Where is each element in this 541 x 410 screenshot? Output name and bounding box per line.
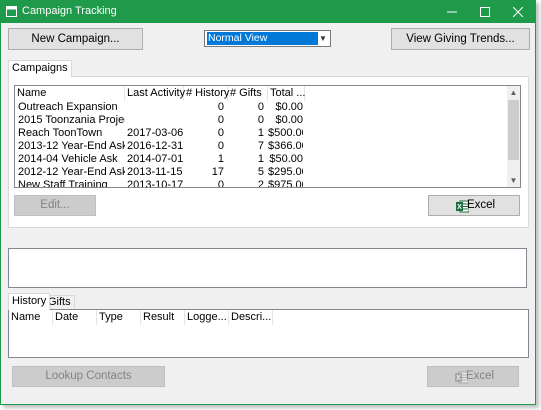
cell-name: New Staff Training bbox=[18, 179, 108, 188]
cell-last-activity: 2013-10-17 bbox=[127, 179, 184, 188]
scroll-down-icon[interactable]: ▼ bbox=[507, 174, 520, 187]
col-logged[interactable]: Logge... bbox=[185, 310, 229, 325]
cell-total: $975.00 bbox=[268, 179, 303, 188]
cell-history-count: 0 bbox=[217, 127, 224, 139]
cell-total: $500.00 bbox=[268, 127, 303, 139]
new-campaign-button[interactable]: New Campaign... bbox=[8, 28, 143, 50]
cell-last-activity bbox=[127, 101, 184, 114]
cell-name: 2013-12 Year-End Ask bbox=[18, 140, 125, 152]
cell-last-activity bbox=[127, 114, 184, 127]
cell-last-activity: 2014-07-01 bbox=[127, 153, 184, 165]
cell-total: $0.00 bbox=[275, 114, 303, 126]
cell-gifts-count: 0 bbox=[257, 114, 264, 126]
tab-history[interactable]: History bbox=[8, 293, 51, 310]
cell-history-count: 1 bbox=[217, 153, 224, 165]
col-date[interactable]: Date bbox=[53, 310, 97, 325]
cell-history-count: 17 bbox=[211, 166, 224, 178]
cell-name: 2012-12 Year-End Ask bbox=[18, 166, 125, 178]
col-gifts-count[interactable]: # Gifts bbox=[228, 86, 268, 101]
title-bar[interactable]: Campaign Tracking bbox=[1, 1, 535, 23]
cell-gifts-count: 1 bbox=[257, 153, 264, 165]
window-title: Campaign Tracking bbox=[22, 5, 117, 17]
col-history-count[interactable]: # History bbox=[184, 86, 229, 101]
cell-name: Reach ToonTown bbox=[18, 127, 103, 139]
cell-last-activity: 2013-11-15 bbox=[127, 166, 183, 178]
cell-total: $295.00 bbox=[268, 166, 303, 178]
edit-button[interactable]: Edit... bbox=[14, 195, 96, 216]
cell-gifts-count: 5 bbox=[257, 166, 264, 178]
table-row[interactable]: 2014-04 Vehicle Ask 2014-07-01 1 1 $50.0… bbox=[15, 153, 509, 166]
table-row[interactable]: 2013-12 Year-End Ask 2016-12-31 0 7 $366… bbox=[15, 140, 509, 153]
excel-export-button[interactable]: X Excel bbox=[428, 195, 520, 216]
cell-name: 2015 Toonzania Project bbox=[18, 114, 125, 126]
campaigns-list[interactable]: Name Last Activity # History # Gifts Tot… bbox=[14, 85, 521, 188]
excel-button-label: Excel bbox=[466, 199, 496, 211]
cell-last-activity: 2017-03-06 bbox=[127, 127, 184, 139]
scroll-thumb[interactable] bbox=[508, 100, 519, 160]
cell-history-count: 0 bbox=[217, 179, 224, 188]
svg-text:X: X bbox=[457, 204, 462, 211]
cell-gifts-count: 0 bbox=[257, 101, 264, 113]
cell-last-activity: 2016-12-31 bbox=[127, 140, 184, 152]
cell-history-count: 0 bbox=[217, 140, 224, 152]
col-type[interactable]: Type bbox=[97, 310, 141, 325]
campaign-tracking-window: Campaign Tracking New Campaign... Normal… bbox=[0, 0, 536, 405]
cell-name: 2014-04 Vehicle Ask bbox=[18, 153, 118, 165]
view-select[interactable]: Normal View ▼ bbox=[204, 30, 331, 47]
cell-total: $50.00 bbox=[269, 153, 303, 165]
table-row[interactable]: Outreach Expansion 0 0 $0.00 bbox=[15, 101, 509, 114]
col-total[interactable]: Total ... bbox=[268, 86, 305, 101]
campaigns-panel: Name Last Activity # History # Gifts Tot… bbox=[8, 76, 529, 228]
maximize-button[interactable] bbox=[468, 1, 501, 23]
cell-total: $0.00 bbox=[275, 101, 303, 113]
cell-name: Outreach Expansion bbox=[18, 101, 118, 113]
cell-gifts-count: 1 bbox=[257, 127, 264, 139]
cell-total: $366.00 bbox=[268, 140, 303, 152]
cell-gifts-count: 7 bbox=[257, 140, 264, 152]
cell-history-count: 0 bbox=[217, 114, 224, 126]
view-giving-trends-button[interactable]: View Giving Trends... bbox=[391, 28, 530, 50]
table-row[interactable]: New Staff Training 2013-10-17 0 2 $975.0… bbox=[15, 179, 509, 188]
cell-history-count: 0 bbox=[217, 101, 224, 113]
excel-button-label: Excel bbox=[465, 370, 495, 382]
history-list[interactable]: Name Date Type Result Logge... Descri... bbox=[8, 309, 529, 358]
tab-campaigns[interactable]: Campaigns bbox=[8, 60, 72, 77]
close-button[interactable] bbox=[501, 1, 534, 23]
col-name[interactable]: Name bbox=[15, 86, 125, 101]
history-excel-export-button[interactable]: X Excel bbox=[427, 366, 519, 387]
table-row[interactable]: Reach ToonTown 2017-03-06 0 1 $500.00 bbox=[15, 127, 509, 140]
table-row[interactable]: 2015 Toonzania Project 0 0 $0.00 bbox=[15, 114, 509, 127]
lookup-contacts-button[interactable]: Lookup Contacts bbox=[12, 366, 165, 387]
col-last-activity[interactable]: Last Activity bbox=[125, 86, 185, 101]
svg-text:X: X bbox=[456, 375, 461, 382]
table-row[interactable]: 2012-12 Year-End Ask 2013-11-15 17 5 $29… bbox=[15, 166, 509, 179]
chevron-down-icon[interactable]: ▼ bbox=[317, 32, 329, 45]
cell-gifts-count: 2 bbox=[257, 179, 264, 188]
scroll-up-icon[interactable]: ▲ bbox=[507, 86, 520, 99]
maximize-icon bbox=[479, 7, 490, 17]
app-icon bbox=[6, 6, 17, 17]
minimize-icon bbox=[446, 11, 457, 13]
close-icon bbox=[512, 6, 523, 18]
view-select-value: Normal View bbox=[207, 32, 318, 45]
vertical-scrollbar[interactable]: ▲ ▼ bbox=[507, 86, 520, 187]
col-name[interactable]: Name bbox=[9, 310, 53, 325]
campaign-notes-box[interactable] bbox=[8, 248, 527, 288]
col-result[interactable]: Result bbox=[141, 310, 185, 325]
col-description[interactable]: Descri... bbox=[229, 310, 273, 325]
minimize-button[interactable] bbox=[435, 1, 468, 23]
